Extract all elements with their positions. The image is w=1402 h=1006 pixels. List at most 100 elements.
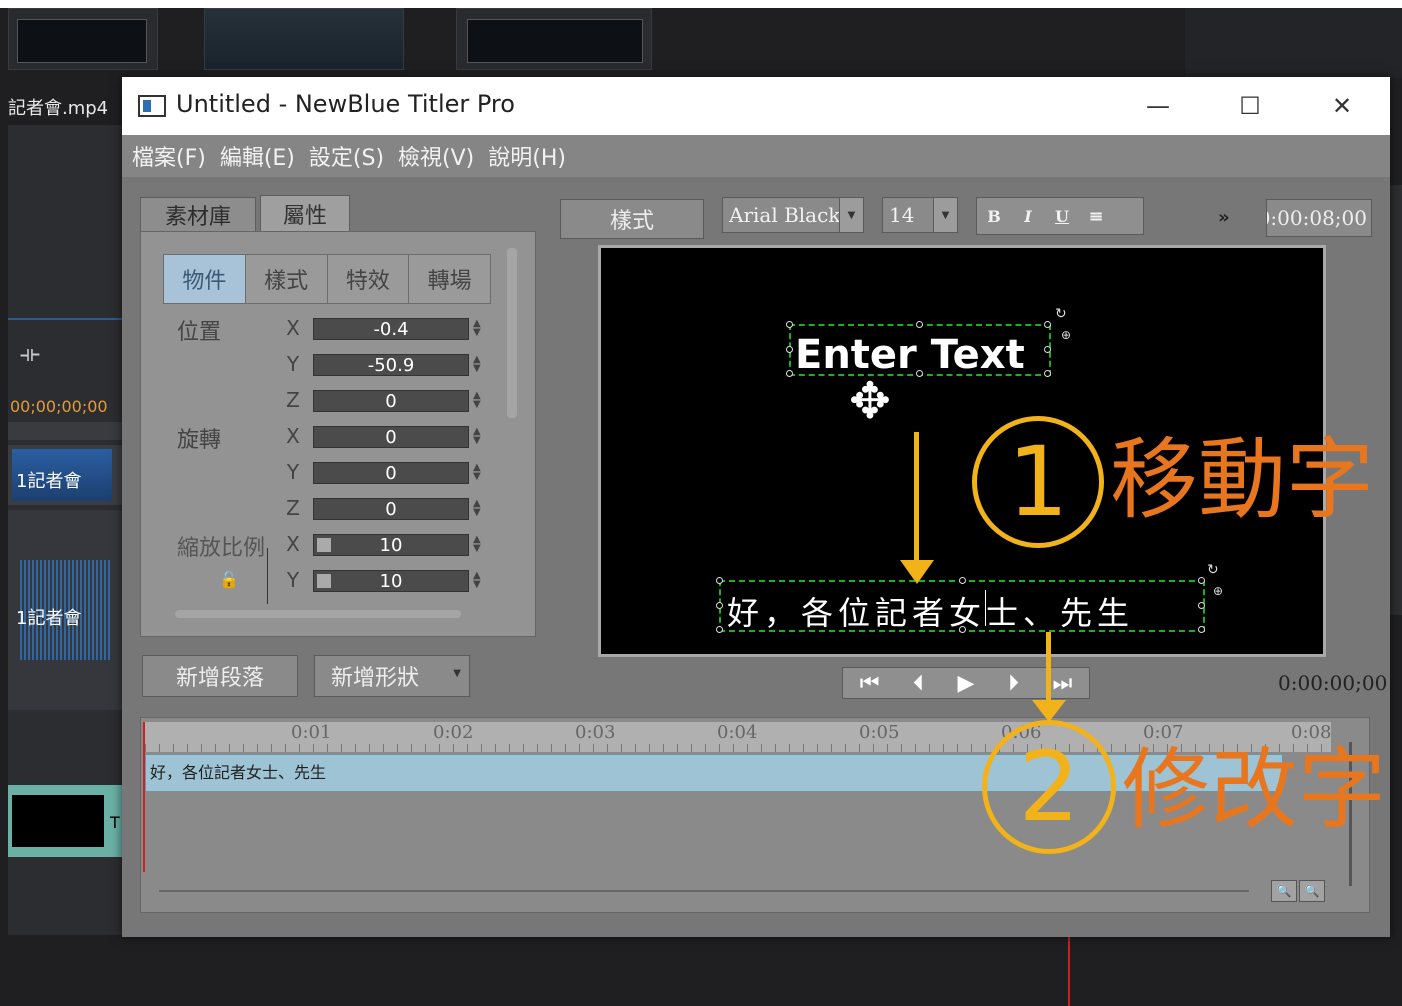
title-clip[interactable]: T [8,785,122,857]
subtab-style[interactable]: 樣式 [245,255,328,303]
text-object-2[interactable]: 好，各位記者女士、先生 [716,577,1205,634]
step-2-text: 修改字 [1122,738,1387,841]
text-object-1-content[interactable]: Enter Text [795,332,1025,378]
position-z-spinner[interactable]: ▲ ▼ [473,391,481,410]
tick-label: 0:01 [291,722,332,743]
annotation-arrow-1 [914,432,919,566]
align-icon[interactable]: ≡ [1079,198,1113,234]
top-bar [0,0,1402,8]
rotate-handle-icon[interactable]: ↻ [1055,306,1067,322]
position-y-field[interactable]: -50.9 [313,354,469,376]
maximize-button[interactable]: ☐ [1204,77,1296,135]
underline-button[interactable]: U [1045,198,1079,234]
annotation-arrowhead-1 [900,560,934,584]
rotation-z-spinner[interactable]: ▲ ▼ [473,499,481,518]
scale-y-slider-handle[interactable] [317,574,331,588]
rotate-handle-icon[interactable]: ↻ [1207,562,1219,578]
rotation-y-field[interactable]: 0 [313,462,469,484]
text-object-2-content[interactable]: 好，各位記者女士、先生 [727,588,1134,634]
size-select[interactable]: 14 ▼ [882,197,958,233]
panel-vertical-scrollbar[interactable] [507,248,517,418]
lock-icon[interactable]: 🔓 [219,570,239,589]
audio-track: 1記者會 [8,510,122,710]
step-2-badge: 2 [982,720,1116,854]
tab-library[interactable]: 素材庫 [140,197,256,231]
rotation-y-spinner[interactable]: ▲ ▼ [473,463,481,482]
axis-label-z: Z [286,496,300,520]
add-shape-button[interactable]: 新增形狀 ▼ [314,655,470,697]
timeline-clip-label: 好，各位記者女士、先生 [150,763,327,782]
position-x-field[interactable]: -0.4 [313,318,469,340]
add-paragraph-button[interactable]: 新增段落 [142,655,298,697]
step-1-badge: 1 [972,416,1104,548]
axis-label-z: Z [286,388,300,412]
text-object-1[interactable]: Enter Text [786,321,1051,378]
scale-x-field[interactable]: 10 [313,534,469,556]
rotation-x-field[interactable]: 0 [313,426,469,448]
label-scale: 縮放比例 [177,536,266,561]
window-title: Untitled - NewBlue Titler Pro [176,90,515,118]
annotation-arrow-2 [1046,632,1051,706]
scale-x-slider-handle[interactable] [317,538,331,552]
title-bar: Untitled - NewBlue Titler Pro — ☐ ✕ [122,77,1390,135]
properties-panel: 物件 樣式 特效 轉場 位置 旋轉 縮放比例 🔓 X -0.4 ▲ ▼ Y -50… [140,231,536,637]
rotation-z-field[interactable]: 0 [313,498,469,520]
right-strip [1390,185,1402,615]
position-z-field[interactable]: 0 [313,390,469,412]
scale-handle-icon[interactable]: ⊕ [1213,584,1223,598]
go-to-end-icon[interactable]: ⏭ [1052,671,1072,696]
menu-file[interactable]: 檔案(F) [132,140,206,172]
previous-frame-icon[interactable]: ⏴ [913,671,924,696]
minimize-button[interactable]: — [1112,77,1204,135]
italic-button[interactable]: I [1011,198,1045,234]
panel-horizontal-scrollbar[interactable] [175,610,461,618]
menu-view[interactable]: 檢視(V) [398,140,474,172]
zoom-in-icon[interactable]: 🔍 [1299,880,1325,902]
tick-label: 0:02 [433,722,474,743]
menu-edit[interactable]: 編輯(E) [220,140,295,172]
style-button[interactable]: 樣式 [560,199,704,239]
video-clip-label: 1記者會 [16,471,82,492]
media-thumb-3[interactable] [456,8,652,70]
go-to-start-icon[interactable]: ⏮ [860,671,880,696]
timeline-playhead[interactable] [143,722,145,872]
scale-x-spinner[interactable]: ▲ ▼ [473,535,481,554]
duration-field[interactable]: 0:00:08;00 [1266,199,1372,237]
close-button[interactable]: ✕ [1296,77,1388,135]
play-icon[interactable]: ▶ [958,671,975,696]
split-icon[interactable]: ⟛ [20,342,40,367]
subtab-effects[interactable]: 特效 [327,255,410,303]
axis-label-x: X [286,424,300,448]
panel-separator [8,318,122,320]
scale-y-field[interactable]: 10 [313,570,469,592]
playhead-line [1068,937,1070,1006]
tab-properties[interactable]: 屬性 [260,195,350,231]
menu-settings[interactable]: 設定(S) [309,140,384,172]
timeline-scrollbar[interactable] [159,890,1249,892]
chevron-down-icon: ▼ [839,198,863,232]
font-select[interactable]: Arial Black ▼ [722,197,864,233]
rotation-x-spinner[interactable]: ▲ ▼ [473,427,481,446]
axis-label-y: Y [286,568,300,592]
next-frame-icon[interactable]: ⏵ [1008,671,1019,696]
subtab-object[interactable]: 物件 [164,255,246,303]
position-y-spinner[interactable]: ▲ ▼ [473,355,481,374]
media-thumb-2[interactable] [204,8,404,70]
text-caret [985,590,986,626]
subtab-bar: 物件 樣式 特效 轉場 [163,254,491,304]
video-clip[interactable]: 1記者會 [8,445,122,505]
bold-button[interactable]: B [977,198,1011,234]
scale-handle-icon[interactable]: ⊕ [1061,328,1071,342]
app-icon [138,95,166,117]
expand-button[interactable]: » [1218,207,1230,228]
zoom-out-icon[interactable]: 🔍 [1271,880,1297,902]
position-x-spinner[interactable]: ▲ ▼ [473,319,481,338]
menu-bar: 檔案(F) 編輯(E) 設定(S) 檢視(V) 說明(H) [122,135,1390,177]
chevron-down-icon: ▼ [453,668,461,679]
menu-help[interactable]: 說明(H) [488,140,566,172]
font-select-value: Arial Black [729,203,841,227]
subtab-transitions[interactable]: 轉場 [409,255,490,303]
title-clip-label: T [110,813,120,832]
media-thumb-1[interactable] [8,8,158,70]
scale-y-spinner[interactable]: ▲ ▼ [473,571,481,590]
